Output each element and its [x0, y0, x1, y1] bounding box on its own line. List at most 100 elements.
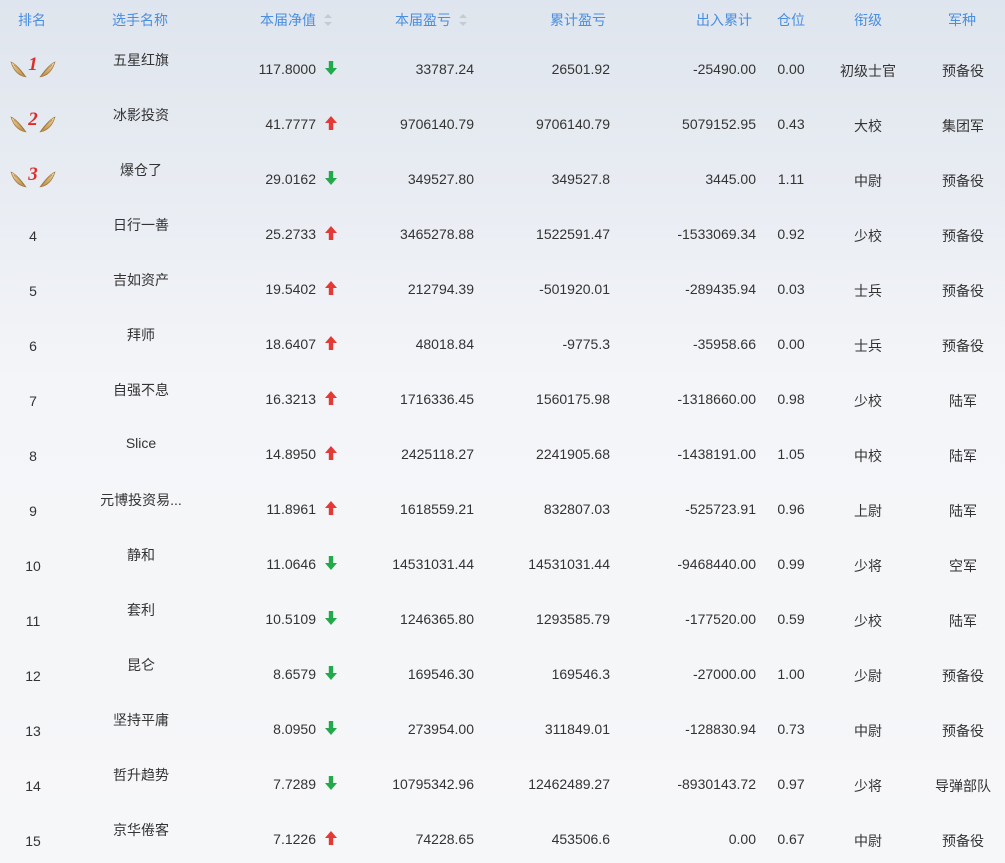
sort-icon[interactable]	[324, 14, 332, 27]
player-name[interactable]: Slice	[86, 435, 196, 451]
player-name[interactable]: 自强不息	[86, 380, 196, 400]
fund-flow: 0.00	[728, 831, 756, 847]
rank-number: 5	[29, 283, 37, 299]
cumulative-profit: 1560175.98	[536, 391, 610, 407]
player-name[interactable]: 拜师	[86, 325, 196, 345]
military-rank: 少将	[854, 558, 882, 574]
cumulative-profit: 12462489.27	[528, 776, 610, 792]
nav-value: 7.1226	[273, 831, 316, 847]
military-branch: 陆军	[949, 613, 977, 629]
table-row[interactable]: 12 昆仑 8.6579 169546.30 169546.3 -27000.00 1.00…	[0, 645, 1005, 700]
cumulative-profit: 832807.03	[543, 501, 610, 517]
position-ratio: 0.73	[777, 721, 805, 737]
cumulative-profit: 26501.92	[551, 61, 610, 77]
player-name[interactable]: 日行一善	[86, 215, 196, 235]
player-name[interactable]: 冰影投资	[86, 105, 196, 125]
rank-number: 14	[25, 778, 41, 794]
position-ratio: 1.00	[777, 666, 805, 682]
table-row[interactable]: 9 元博投资易... 11.8961 1618559.21 832807.03 -5257…	[0, 480, 1005, 535]
player-name[interactable]: 昆仑	[86, 655, 196, 675]
cumulative-profit: 1522591.47	[536, 226, 610, 242]
header-pl-sortable[interactable]: 本届盈亏	[395, 0, 467, 40]
military-branch: 导弹部队	[935, 778, 991, 794]
fund-flow: -1438191.00	[677, 446, 756, 462]
rank-number: 6	[29, 338, 37, 354]
arrow-down-icon	[324, 170, 338, 186]
fund-flow: -8930143.72	[677, 776, 756, 792]
military-branch: 预备役	[942, 228, 984, 244]
player-name[interactable]: 元博投资易...	[86, 490, 196, 510]
sort-icon[interactable]	[459, 14, 467, 27]
table-row[interactable]: 6 拜师 18.6407 48018.84 -9775.3 -35958.66 0.00 士兵…	[0, 315, 1005, 370]
header-arm: 军种	[948, 12, 976, 28]
fund-flow: -1533069.34	[677, 226, 756, 242]
arrow-up-icon	[324, 830, 338, 846]
player-name[interactable]: 京华倦客	[86, 820, 196, 840]
arrow-up-icon	[324, 280, 338, 296]
fund-flow: -177520.00	[685, 611, 756, 627]
table-row[interactable]: 8 Slice 14.8950 2425118.27 2241905.68 -143819…	[0, 425, 1005, 480]
table-row[interactable]: 11 套利 10.5109 1246365.80 1293585.79 -177520.0…	[0, 590, 1005, 645]
arrow-up-icon	[324, 445, 338, 461]
rank-medal-icon: 3	[10, 163, 56, 191]
table-row[interactable]: 15 京华倦客 7.1226 74228.65 453506.6 0.00 0.67 中尉 预备…	[0, 810, 1005, 863]
nav-value: 7.7289	[273, 776, 316, 792]
player-name[interactable]: 套利	[86, 600, 196, 620]
table-row[interactable]: 13 坚持平庸 8.0950 273954.00 311849.01 -128830.94…	[0, 700, 1005, 755]
table-row[interactable]: 1 五星红旗 117.8000 33787.24 26501.92 -25490.00 0.…	[0, 40, 1005, 95]
arrow-down-icon	[324, 720, 338, 736]
military-branch: 空军	[949, 558, 977, 574]
military-rank: 中校	[854, 448, 882, 464]
player-name[interactable]: 坚持平庸	[86, 710, 196, 730]
nav-value: 29.0162	[265, 171, 316, 187]
military-rank: 少将	[854, 778, 882, 794]
player-name[interactable]: 静和	[86, 545, 196, 565]
military-rank: 中尉	[854, 833, 882, 849]
header-nav-sortable[interactable]: 本届净值	[260, 0, 332, 40]
table-row[interactable]: 2 冰影投资 41.7777 9706140.79 9706140.79 5079152.…	[0, 95, 1005, 150]
cumulative-profit: 14531031.44	[528, 556, 610, 572]
military-rank: 少校	[854, 228, 882, 244]
arrow-up-icon	[324, 225, 338, 241]
table-row[interactable]: 4 日行一善 25.2733 3465278.88 1522591.47 -1533069…	[0, 205, 1005, 260]
fund-flow: -289435.94	[685, 281, 756, 297]
rank-number: 10	[25, 558, 41, 574]
table-row[interactable]: 3 爆仓了 29.0162 349527.80 349527.8 3445.00 1.11 中…	[0, 150, 1005, 205]
position-ratio: 0.59	[777, 611, 805, 627]
player-name[interactable]: 哲升趋势	[86, 765, 196, 785]
nav-value: 117.8000	[258, 61, 316, 77]
fund-flow: -9468440.00	[677, 556, 756, 572]
military-rank: 上尉	[854, 503, 882, 519]
military-rank: 少校	[854, 613, 882, 629]
session-profit: 48018.84	[415, 336, 474, 352]
session-profit: 212794.39	[407, 281, 474, 297]
session-profit: 169546.30	[407, 666, 474, 682]
rank-number: 3	[28, 164, 38, 185]
nav-value: 41.7777	[265, 116, 316, 132]
military-rank: 中尉	[854, 173, 882, 189]
session-profit: 9706140.79	[400, 116, 474, 132]
header-rank: 排名	[18, 12, 46, 28]
fund-flow: -35958.66	[692, 336, 756, 352]
player-name[interactable]: 吉如资产	[86, 270, 196, 290]
military-branch: 预备役	[942, 723, 984, 739]
arrow-down-icon	[324, 775, 338, 791]
player-name[interactable]: 五星红旗	[86, 50, 196, 70]
position-ratio: 1.05	[777, 446, 805, 462]
position-ratio: 1.11	[777, 171, 805, 187]
fund-flow: -525723.91	[685, 501, 756, 517]
nav-value: 8.6579	[273, 666, 316, 682]
cumulative-profit: 453506.6	[551, 831, 610, 847]
cumulative-profit: -9775.3	[562, 336, 610, 352]
header-position: 仓位	[777, 12, 805, 28]
player-name[interactable]: 爆仓了	[86, 160, 196, 180]
table-row[interactable]: 5 吉如资产 19.5402 212794.39 -501920.01 -289435.9…	[0, 260, 1005, 315]
military-branch: 预备役	[942, 833, 984, 849]
header-name: 选手名称	[112, 12, 168, 28]
arrow-up-icon	[324, 390, 338, 406]
table-row[interactable]: 10 静和 11.0646 14531031.44 14531031.44 -946844…	[0, 535, 1005, 590]
table-row[interactable]: 7 自强不息 16.3213 1716336.45 1560175.98 -1318660…	[0, 370, 1005, 425]
military-rank: 士兵	[854, 338, 882, 354]
table-row[interactable]: 14 哲升趋势 7.7289 10795342.96 12462489.27 -89301…	[0, 755, 1005, 810]
nav-value: 8.0950	[273, 721, 316, 737]
